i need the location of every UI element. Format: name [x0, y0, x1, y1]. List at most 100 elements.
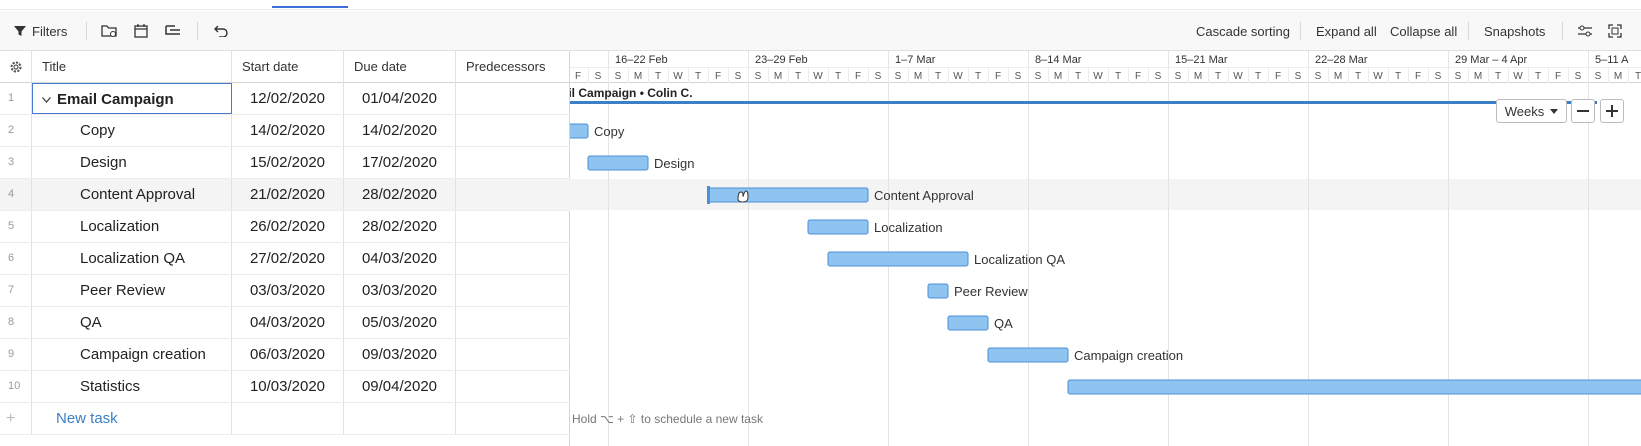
due-date-cell[interactable]: 28/02/2020 — [344, 179, 456, 210]
start-date-cell[interactable]: 26/02/2020 — [232, 211, 344, 242]
task-title: Email Campaign — [57, 91, 174, 108]
predecessors-cell[interactable] — [456, 115, 570, 146]
task-row[interactable]: 5 Localization 26/02/2020 28/02/2020 — [0, 211, 570, 243]
minus-icon — [1577, 110, 1589, 112]
task-row[interactable]: 6 Localization QA 27/02/2020 04/03/2020 — [0, 243, 570, 275]
zoom-in-button[interactable] — [1600, 99, 1624, 123]
fullscreen-button[interactable] — [1608, 11, 1622, 51]
task-row-summary[interactable]: 1 Email Campaign 12/02/2020 01/04/2020 — [0, 83, 570, 115]
filters-button[interactable]: Filters — [14, 11, 67, 51]
day-letter: W — [1513, 71, 1523, 82]
due-date-cell[interactable]: 05/03/2020 — [344, 307, 456, 338]
day-letter: T — [1495, 71, 1501, 82]
task-bar[interactable] — [587, 155, 649, 171]
start-date-cell[interactable]: 06/03/2020 — [232, 339, 344, 370]
bar-resize-handle[interactable] — [707, 186, 710, 204]
filters-label: Filters — [32, 23, 68, 39]
settings-sliders-button[interactable] — [1578, 11, 1592, 51]
task-title: QA — [80, 314, 102, 331]
due-date-cell[interactable]: 03/03/2020 — [344, 275, 456, 306]
predecessors-cell[interactable] — [456, 211, 570, 242]
task-bar[interactable] — [1067, 379, 1641, 395]
summary-bar[interactable] — [570, 101, 1597, 104]
predecessors-cell[interactable] — [456, 243, 570, 274]
column-header-start-date[interactable]: Start date — [232, 51, 344, 83]
grid-header: Title Start date Due date Predecessors — [0, 51, 570, 83]
predecessors-cell[interactable] — [456, 83, 570, 114]
new-task-link[interactable]: New task — [32, 403, 232, 434]
task-title-cell[interactable]: Peer Review — [32, 275, 232, 306]
day-letter: T — [695, 71, 701, 82]
zoom-level-select[interactable]: Weeks — [1496, 99, 1567, 123]
chevron-down-icon[interactable] — [42, 97, 51, 103]
predecessors-cell[interactable] — [456, 307, 570, 338]
task-title-cell[interactable]: Design — [32, 147, 232, 178]
predecessors-cell[interactable] — [456, 147, 570, 178]
column-header-title[interactable]: Title — [32, 51, 232, 83]
start-date-cell[interactable]: 27/02/2020 — [232, 243, 344, 274]
due-date-cell[interactable]: 28/02/2020 — [344, 211, 456, 242]
task-bar-label: Design — [654, 156, 694, 171]
due-date-cell[interactable]: 04/03/2020 — [344, 243, 456, 274]
start-date-cell[interactable]: 14/02/2020 — [232, 115, 344, 146]
task-title-cell[interactable]: Email Campaign — [32, 83, 232, 114]
task-bar[interactable] — [927, 283, 949, 299]
task-bar[interactable] — [570, 123, 589, 139]
predecessors-cell[interactable] — [456, 339, 570, 370]
task-row[interactable]: 9 Campaign creation 06/03/2020 09/03/2020 — [0, 339, 570, 371]
start-date-cell[interactable]: 10/03/2020 — [232, 371, 344, 402]
start-date-cell[interactable]: 12/02/2020 — [232, 83, 344, 114]
task-title: Campaign creation — [80, 346, 206, 363]
row-number: 4 — [0, 179, 32, 210]
collapse-all-button[interactable]: Collapse all — [1390, 11, 1457, 51]
day-letter: M — [774, 71, 782, 82]
expand-all-button[interactable]: Expand all — [1316, 11, 1377, 51]
start-date-cell[interactable]: 21/02/2020 — [232, 179, 344, 210]
zoom-out-button[interactable] — [1571, 99, 1595, 123]
task-row[interactable]: 2 Copy 14/02/2020 14/02/2020 — [0, 115, 570, 147]
task-row[interactable]: 7 Peer Review 03/03/2020 03/03/2020 — [0, 275, 570, 307]
task-title-cell[interactable]: Campaign creation — [32, 339, 232, 370]
due-date-cell[interactable]: 17/02/2020 — [344, 147, 456, 178]
task-bar[interactable] — [707, 187, 869, 203]
task-title-cell[interactable]: Content Approval — [32, 179, 232, 210]
calendar-button[interactable] — [134, 11, 148, 51]
active-tab-indicator — [272, 6, 348, 8]
snapshots-button[interactable]: Snapshots — [1484, 11, 1545, 51]
column-header-predecessors[interactable]: Predecessors — [456, 51, 570, 83]
predecessors-cell[interactable] — [456, 371, 570, 402]
task-title-cell[interactable]: Copy — [32, 115, 232, 146]
column-header-due-date[interactable]: Due date — [344, 51, 456, 83]
due-date-cell[interactable]: 14/02/2020 — [344, 115, 456, 146]
predecessors-cell[interactable] — [456, 179, 570, 210]
task-row[interactable]: 4 Content Approval 21/02/2020 28/02/2020 — [0, 179, 570, 211]
task-row[interactable]: 3 Design 15/02/2020 17/02/2020 — [0, 147, 570, 179]
predecessors-cell[interactable] — [456, 275, 570, 306]
start-date-cell[interactable]: 03/03/2020 — [232, 275, 344, 306]
due-date-cell[interactable]: 09/03/2020 — [344, 339, 456, 370]
undo-button[interactable] — [214, 11, 228, 51]
column-settings-button[interactable] — [0, 51, 32, 83]
task-row[interactable]: 8 QA 04/03/2020 05/03/2020 — [0, 307, 570, 339]
cascade-sorting-button[interactable]: Cascade sorting — [1196, 11, 1290, 51]
task-row[interactable]: 10 Statistics 10/03/2020 09/04/2020 — [0, 371, 570, 403]
task-bar[interactable] — [807, 219, 869, 235]
indent-button[interactable] — [165, 11, 181, 51]
start-date-cell[interactable]: 04/03/2020 — [232, 307, 344, 338]
day-letter: F — [1555, 71, 1561, 82]
task-bar[interactable] — [947, 315, 989, 331]
task-title-cell[interactable]: Localization — [32, 211, 232, 242]
task-title-cell[interactable]: Localization QA — [32, 243, 232, 274]
task-title-cell[interactable]: Statistics — [32, 371, 232, 402]
due-date-cell[interactable]: 01/04/2020 — [344, 83, 456, 114]
task-title-cell[interactable]: QA — [32, 307, 232, 338]
due-date-cell[interactable]: 09/04/2020 — [344, 371, 456, 402]
day-letter: M — [1054, 71, 1062, 82]
add-folder-button[interactable] — [101, 11, 117, 51]
task-title: Copy — [80, 122, 116, 139]
task-bar[interactable] — [827, 251, 969, 267]
day-letter: T — [795, 71, 801, 82]
day-letter: S — [875, 71, 882, 82]
task-bar[interactable] — [987, 347, 1069, 363]
start-date-cell[interactable]: 15/02/2020 — [232, 147, 344, 178]
